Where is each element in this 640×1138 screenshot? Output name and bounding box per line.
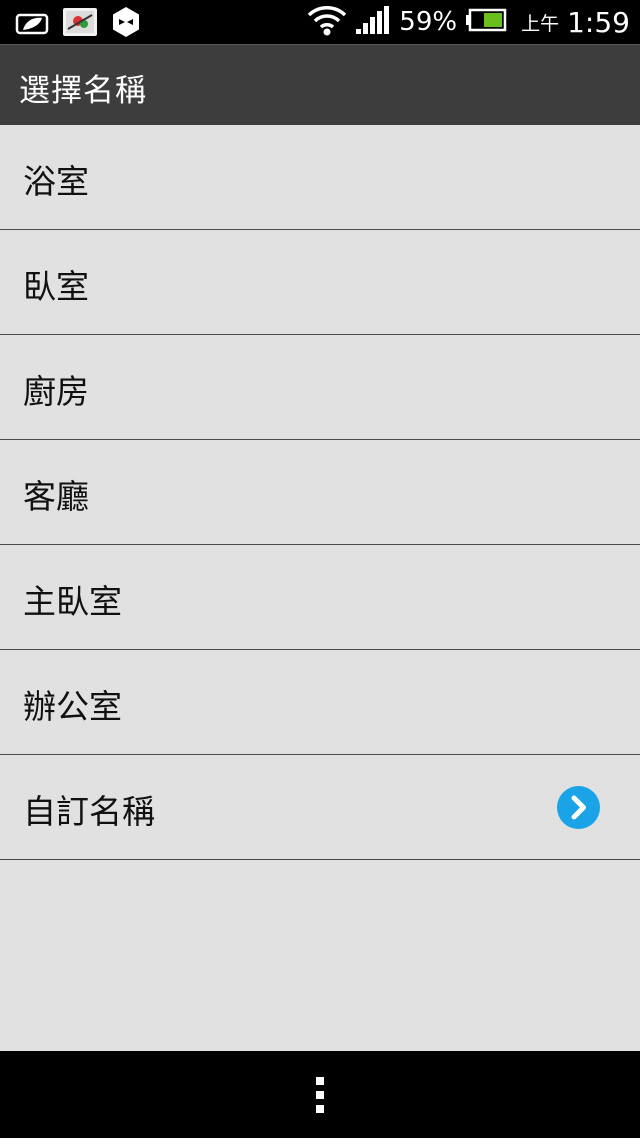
- list-item-master-bedroom[interactable]: 主臥室: [0, 545, 640, 650]
- app-notification-icon: [62, 7, 98, 41]
- page-title: 選擇名稱: [19, 73, 147, 109]
- list-item-custom-name[interactable]: 自訂名稱: [0, 755, 640, 860]
- list-item-bedroom[interactable]: 臥室: [0, 230, 640, 335]
- battery-icon: [465, 8, 507, 36]
- status-bar: 59% 上午 1:59: [0, 0, 640, 44]
- list-item-living-room[interactable]: 客廳: [0, 440, 640, 545]
- am-pm-indicator: 上午: [521, 12, 560, 35]
- action-bar: 選擇名稱: [0, 44, 640, 125]
- list-item-bathroom[interactable]: 浴室: [0, 125, 640, 230]
- notification-icons: [14, 6, 142, 42]
- list-item-label: 主臥室: [23, 582, 122, 621]
- name-list: 浴室 臥室 廚房 客廳 主臥室 辦公室 自訂名稱: [0, 125, 640, 860]
- list-item-label: 辦公室: [23, 687, 122, 726]
- status-indicators: 59% 上午 1:59: [307, 0, 630, 44]
- cell-signal-icon: [355, 5, 391, 39]
- list-item-label: 浴室: [23, 162, 89, 201]
- clock: 1:59: [567, 5, 630, 39]
- list-item-label: 廚房: [23, 372, 89, 411]
- battery-percentage: 59%: [399, 7, 458, 37]
- list-item-label: 自訂名稱: [23, 792, 155, 831]
- list-item-label: 客廳: [23, 477, 89, 516]
- wifi-icon: [307, 3, 347, 41]
- navigation-bar: [0, 1051, 640, 1138]
- overflow-menu-icon[interactable]: [305, 1073, 335, 1117]
- list-item-kitchen[interactable]: 廚房: [0, 335, 640, 440]
- chevron-right-icon[interactable]: [557, 786, 600, 829]
- signal-leaf-icon: [14, 7, 50, 41]
- hexagon-app-icon: [110, 6, 142, 42]
- list-item-label: 臥室: [23, 267, 89, 306]
- list-item-office[interactable]: 辦公室: [0, 650, 640, 755]
